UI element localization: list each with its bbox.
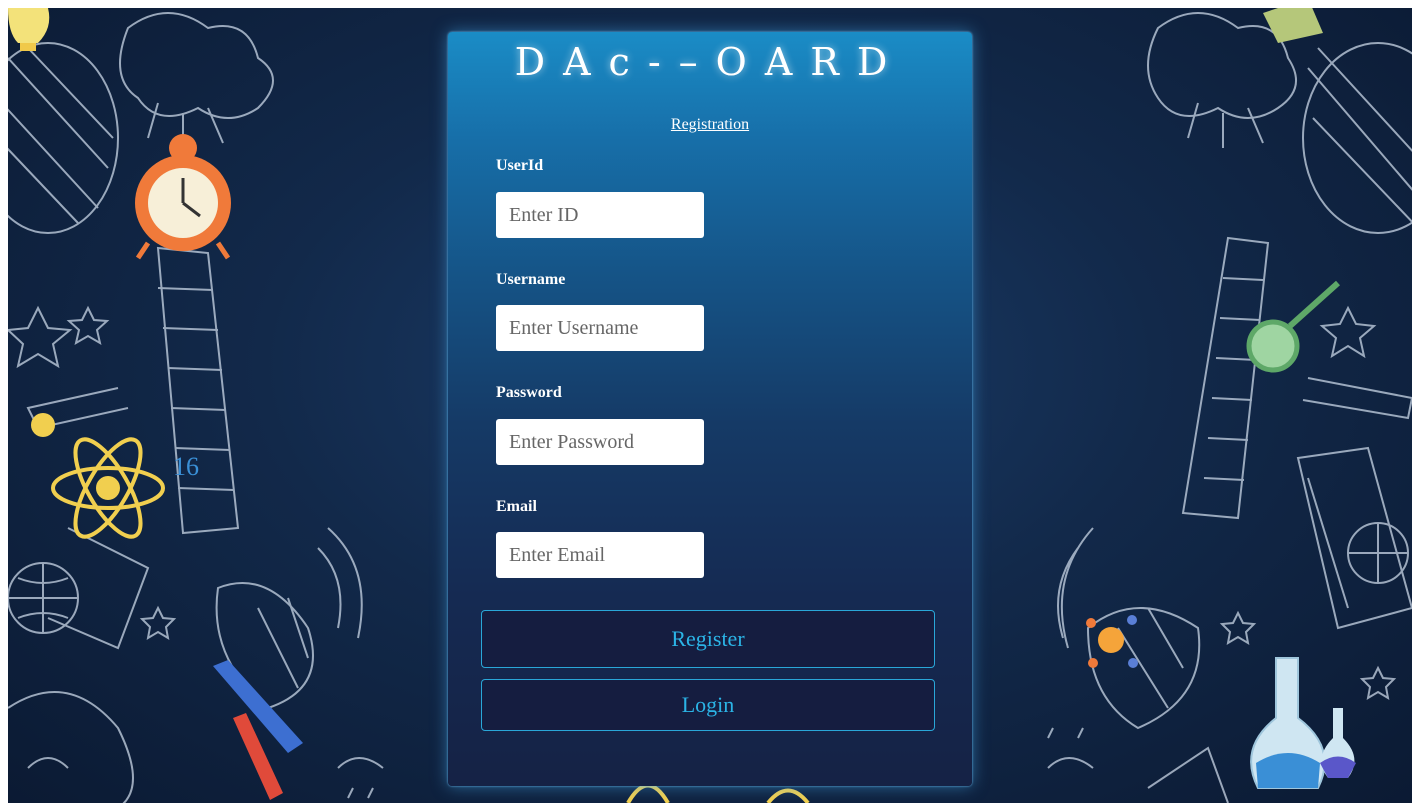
planet-icon [8, 42, 119, 234]
login-button[interactable]: Login [481, 679, 935, 731]
satellite-dish-icon [1057, 527, 1201, 730]
email-label: Email [496, 498, 537, 515]
page-background: 16 DAc-–OARD Registration UserId Enter I… [8, 8, 1412, 803]
planet-icon [1302, 42, 1412, 234]
register-button[interactable]: Register [481, 610, 935, 668]
username-input[interactable] [496, 305, 704, 351]
userid-label: UserId [496, 157, 544, 174]
password-input[interactable] [496, 419, 704, 465]
globe-icon [8, 527, 150, 650]
globe-icon [1347, 522, 1409, 584]
flask-icon [1250, 657, 1356, 789]
alarm-clock-icon [135, 134, 231, 260]
atom-icon [1086, 615, 1138, 668]
telescope-icon [1181, 236, 1412, 520]
email-input[interactable] [496, 532, 704, 578]
lightbulb-icon [8, 8, 50, 51]
brand-title: DAc-–OARD [514, 40, 906, 84]
book-icon [1296, 446, 1412, 630]
registration-link[interactable]: Registration [448, 116, 972, 134]
decor-number: 16 [173, 452, 199, 481]
username-label: Username [496, 271, 566, 288]
password-label: Password [496, 384, 562, 401]
userid-input[interactable] [496, 192, 704, 238]
registration-panel: DAc-–OARD Registration UserId Username P… [448, 32, 972, 786]
pencil-icon [213, 660, 303, 800]
